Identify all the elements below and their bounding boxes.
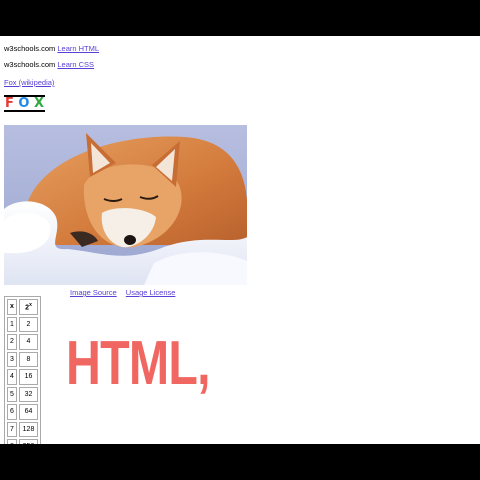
table-cell-x: 5 (7, 386, 17, 402)
table-cell-power: 64 (19, 404, 38, 420)
table-cell-power: 32 (19, 386, 38, 402)
image-source-link[interactable]: Image Source (70, 288, 117, 297)
table-row: 6 64 (7, 404, 38, 420)
fox-photo (4, 125, 247, 285)
table-cell-x: 1 (7, 316, 17, 332)
table-row: 8256 (7, 439, 38, 444)
html-banner: HTML, (66, 329, 211, 398)
site-name-text: w3schools.com (4, 60, 56, 69)
fox-wikipedia-link[interactable]: Fox (wikipedia) (4, 78, 54, 87)
table-row: 7 128 (7, 421, 38, 437)
table-cell-x: 3 (7, 351, 17, 367)
link-row-css: w3schools.com Learn CSS (4, 60, 94, 69)
fox-photo-illustration (4, 125, 247, 285)
table-header-cell: x (7, 299, 17, 315)
table-row: 38 (7, 351, 38, 367)
fox-logo: F O X (4, 95, 45, 112)
table-cell-x: 7 (7, 421, 17, 437)
table-cell-power: 128 (19, 421, 38, 437)
link-row-fox: Fox (wikipedia) (4, 78, 54, 87)
table-cell-x: 6 (7, 404, 17, 420)
logo-letter-x: X (33, 96, 44, 111)
table-cell-power: 4 (19, 334, 38, 350)
table-cell-x: 2 (7, 334, 17, 350)
logo-letter-f: F (5, 96, 14, 111)
logo-letter-o: O (18, 96, 30, 111)
table-row: 12 (7, 316, 38, 332)
learn-css-link[interactable]: Learn CSS (57, 60, 94, 69)
table-cell-power: 16 (19, 369, 38, 385)
table-cell-power: 256 (19, 439, 38, 444)
image-credits: Image Source Usage License (70, 288, 182, 297)
usage-license-link[interactable]: Usage License (126, 288, 176, 297)
table-cell-power: 2 (19, 316, 38, 332)
table-header-row: x 2x (7, 299, 38, 315)
learn-html-link[interactable]: Learn HTML (57, 44, 99, 53)
table-row: 24 (7, 334, 38, 350)
table-header-cell: 2x (19, 299, 38, 315)
table-row: 4 16 (7, 369, 38, 385)
site-name-text: w3schools.com (4, 44, 56, 53)
powers-of-two-table: x 2x 12243841653266471288256 (4, 296, 41, 444)
table-cell-x: 8 (7, 439, 17, 444)
link-row-html: w3schools.com Learn HTML (4, 44, 99, 53)
table-cell-power: 8 (19, 351, 38, 367)
table-cell-x: 4 (7, 369, 17, 385)
table-row: 5 32 (7, 386, 38, 402)
browser-page: w3schools.com Learn HTML w3schools.com L… (0, 36, 480, 444)
